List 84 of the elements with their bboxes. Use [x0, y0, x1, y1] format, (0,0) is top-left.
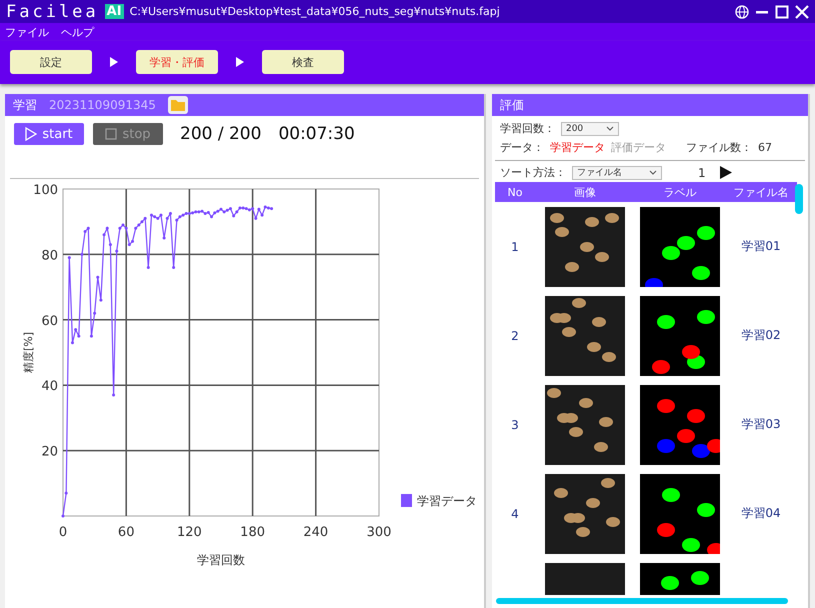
file-name-link[interactable]: 学習01	[724, 238, 797, 255]
data-point	[106, 226, 109, 230]
data-point	[146, 266, 150, 269]
maximize-icon[interactable]	[775, 4, 789, 18]
field-label: 学習回数：	[500, 121, 555, 136]
row-number: 4	[510, 506, 520, 520]
page-number: 1	[698, 166, 706, 180]
row-number: 2	[510, 328, 520, 342]
vertical-scrollbar[interactable]	[795, 184, 803, 214]
data-point	[102, 233, 106, 236]
panel-title: 評価	[500, 96, 524, 114]
chevron-down-icon	[606, 126, 614, 131]
data-point	[80, 252, 84, 256]
data-point	[77, 334, 80, 338]
field-label: ファイル数：	[686, 140, 752, 155]
folder-icon[interactable]	[168, 96, 188, 114]
field-label: ソート方法：	[500, 165, 566, 180]
stop-square-icon	[105, 128, 118, 140]
axis-tick-label: 100	[33, 183, 58, 198]
chevron-down-icon	[648, 170, 657, 175]
play-icon	[25, 127, 38, 141]
file-name-link[interactable]: 学習04	[724, 505, 797, 522]
start-button[interactable]: start	[14, 123, 84, 145]
ai-badge: AI	[104, 4, 124, 19]
next-page-icon[interactable]	[720, 166, 732, 179]
app-logo: Facilea	[6, 2, 99, 22]
data-point	[257, 208, 260, 211]
data-point	[162, 236, 166, 240]
data-point	[64, 492, 68, 495]
axis-tick-label: 300	[366, 525, 392, 540]
data-option[interactable]: 学習データ	[550, 140, 605, 155]
y-axis-title: 精度[%]	[22, 332, 35, 374]
axis-tick-label: 80	[41, 248, 58, 264]
data-point	[62, 514, 64, 518]
data-point	[172, 266, 176, 269]
menu-item[interactable]: ファイル	[5, 24, 49, 40]
data-point	[90, 334, 93, 338]
axis-tick-label: 0	[58, 525, 68, 540]
iteration-counter: 200 / 200	[180, 124, 262, 144]
data-point	[108, 243, 112, 246]
data-point	[74, 328, 78, 332]
data-point	[254, 216, 258, 220]
axis-tick-label: 180	[240, 525, 266, 540]
axis-tick-label: 240	[303, 525, 328, 540]
file-count: 67	[758, 141, 772, 154]
data-point	[260, 214, 264, 217]
column-header: ラベル	[662, 184, 698, 200]
data-point	[70, 341, 74, 344]
horizontal-scrollbar[interactable]	[496, 598, 788, 604]
row-number: 1	[510, 240, 520, 254]
data-point	[96, 276, 100, 279]
axis-tick-label: 120	[176, 525, 202, 540]
panel-title: 学習	[13, 96, 37, 114]
data-point	[112, 394, 116, 396]
axis-tick-label: 20	[41, 444, 58, 460]
iterations-dropdown[interactable]: 200	[560, 122, 619, 136]
menu-item[interactable]: ヘルプ	[61, 24, 94, 40]
field-label: データ：	[500, 140, 544, 155]
data-point	[99, 298, 102, 302]
step-tab[interactable]: 検査	[262, 50, 344, 74]
column-header: 画像	[572, 184, 597, 200]
close-icon[interactable]	[795, 4, 809, 18]
arrow-right-icon	[110, 57, 118, 67]
axis-tick-label: 60	[118, 525, 134, 540]
sort-dropdown[interactable]: ファイル名	[572, 166, 662, 180]
step-tab[interactable]: 設定	[10, 50, 92, 74]
file-name-link[interactable]: 学習03	[724, 416, 797, 433]
data-point	[115, 250, 118, 253]
arrow-right-icon	[236, 57, 244, 67]
data-point	[68, 256, 71, 260]
file-path: C:¥Users¥musut¥Desktop¥test_data¥056_nuts_seg¥nuts¥nuts.fapj	[130, 5, 501, 18]
step-tab[interactable]: 学習・評価	[136, 50, 218, 74]
row-number: 3	[510, 418, 520, 432]
elapsed-time: 00:07:30	[278, 124, 355, 144]
axis-tick-label: 60	[41, 314, 58, 329]
file-name-link[interactable]: 学習02	[724, 327, 797, 344]
x-axis-title: 学習回数	[197, 553, 245, 567]
timestamp: 20231109091345	[49, 98, 156, 112]
column-header: ファイル名	[732, 184, 790, 200]
data-point	[93, 312, 96, 315]
legend-label: 学習データ	[417, 494, 477, 508]
column-header: No	[506, 186, 524, 198]
globe-icon[interactable]	[735, 4, 749, 18]
axis-tick-label: 40	[41, 379, 58, 394]
